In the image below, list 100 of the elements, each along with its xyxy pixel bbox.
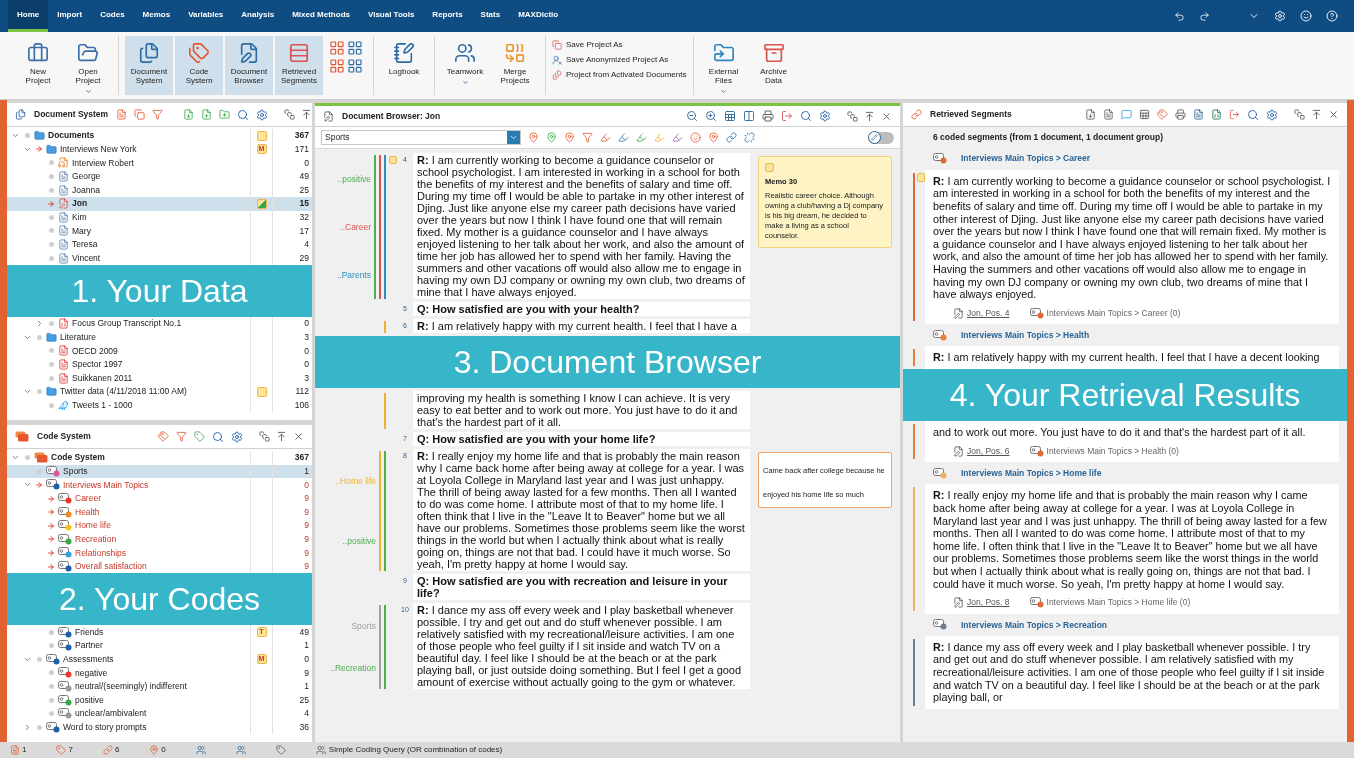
segment-code[interactable]: Interviews Main Topics > Recreation	[961, 618, 1108, 632]
tree-row[interactable]: Sports 1	[7, 464, 312, 479]
filter-icon[interactable]	[176, 431, 187, 442]
tree-row[interactable]: George 49	[7, 169, 312, 184]
ribbon-button[interactable]: Retrieved Segments	[275, 36, 323, 95]
tree-row[interactable]: Interview Robert 0	[7, 156, 312, 170]
segment-code[interactable]: Interviews Main Topics > Home life	[961, 467, 1102, 480]
maximize-icon[interactable]	[864, 110, 875, 122]
menu-tab[interactable]: Home	[8, 0, 49, 32]
import-icon[interactable]	[183, 109, 195, 120]
code-label[interactable]: ..Career	[340, 220, 371, 234]
segment-code[interactable]: Interviews Main Topics > Career	[961, 152, 1091, 166]
edit-mode-switch[interactable]	[868, 131, 894, 144]
highlighter-icon[interactable]	[618, 132, 629, 143]
highlighter-icon[interactable]	[600, 132, 611, 143]
unlink-icon[interactable]	[744, 132, 755, 143]
new-code-icon[interactable]	[194, 431, 205, 442]
smiley-icon[interactable]	[1300, 10, 1312, 22]
filter-icon[interactable]	[582, 132, 593, 143]
layout-icon[interactable]	[347, 40, 363, 56]
new-document-icon[interactable]	[201, 109, 213, 120]
code-pin-icon[interactable]	[564, 132, 575, 143]
menu-tab[interactable]: Mixed Methods	[283, 0, 359, 32]
memo-icon[interactable]	[389, 156, 397, 164]
search-icon[interactable]	[212, 430, 224, 443]
menu-tab[interactable]: Variables	[179, 0, 233, 32]
menu-tab[interactable]: Memos	[133, 0, 180, 32]
tree-row[interactable]: Code System 367	[7, 451, 312, 465]
code-pin-icon[interactable]	[708, 132, 719, 143]
comment-icon[interactable]	[1121, 109, 1132, 120]
menu-tab[interactable]: MAXDictio	[509, 0, 568, 32]
page-icon[interactable]	[724, 110, 736, 122]
highlighter-icon[interactable]	[672, 132, 683, 143]
menu-tab[interactable]: Codes	[91, 0, 134, 32]
menu-tab[interactable]: Visual Tools	[358, 0, 424, 32]
activation-arrow-icon[interactable]	[47, 199, 55, 208]
segment-code[interactable]: Interviews Main Topics > Health	[961, 329, 1090, 342]
menu-tab[interactable]: Import	[48, 0, 92, 32]
source-link[interactable]: Jon, Pos. 6	[967, 444, 1010, 458]
layout-icon[interactable]	[347, 58, 363, 74]
menu-tab[interactable]: Reports	[423, 0, 472, 32]
tree-row[interactable]: Home life 9	[7, 518, 312, 533]
memo-icon[interactable]	[256, 198, 267, 209]
menu-tab[interactable]: Analysis	[232, 0, 284, 32]
tree-row[interactable]: Partner 1	[7, 638, 312, 653]
layout-icon[interactable]	[329, 58, 345, 74]
tree-row[interactable]: Suikkanen 2011 3	[7, 371, 312, 385]
restore-icon[interactable]	[284, 109, 296, 120]
search-icon[interactable]	[237, 108, 250, 121]
source-link[interactable]: Jon, Pos. 4	[967, 306, 1010, 320]
restore-icon[interactable]	[1294, 109, 1305, 120]
filter-icon[interactable]	[152, 109, 164, 120]
document-icon[interactable]	[1085, 109, 1096, 120]
code-pin-icon[interactable]	[546, 132, 557, 143]
ribbon-button[interactable]: Open Project	[64, 36, 112, 95]
highlighter-icon[interactable]	[654, 132, 665, 143]
maximize-icon[interactable]	[1311, 109, 1322, 120]
tree-row[interactable]: Career 9	[7, 491, 312, 506]
memo-icon[interactable]	[256, 130, 267, 141]
maximize-icon[interactable]	[276, 431, 287, 442]
tree-row[interactable]: neutral/(seemingly) indifferent 1	[7, 679, 312, 694]
ribbon-button[interactable]: Logbook	[380, 36, 428, 95]
tree-row[interactable]: Relationships 9	[7, 546, 312, 560]
tags-icon[interactable]	[1157, 109, 1168, 120]
source-link[interactable]: Jon, Pos. 8	[967, 596, 1010, 609]
ribbon-button[interactable]: Document System	[125, 36, 173, 95]
tree-row[interactable]: Kim 32	[7, 210, 312, 225]
ribbon-button[interactable]: Document Browser	[225, 36, 273, 95]
settings-icon[interactable]	[256, 108, 269, 121]
tree-row[interactable]: negative 9	[7, 666, 312, 680]
ribbon-button[interactable]: Code System	[175, 36, 223, 95]
activation-arrow-icon[interactable]	[47, 535, 55, 544]
expand-toggle[interactable]	[35, 319, 44, 329]
restore-icon[interactable]	[847, 110, 858, 122]
ribbon-menu-item[interactable]: Save Anonymized Project As	[552, 54, 687, 66]
tree-row[interactable]: Joanna 25	[7, 183, 312, 197]
memo-icon[interactable]	[256, 386, 267, 397]
link-icon[interactable]	[726, 132, 737, 143]
ribbon-menu-item[interactable]: Project from Activated Documents	[552, 69, 687, 81]
activation-arrow-icon[interactable]	[47, 562, 55, 571]
word-icon[interactable]	[1193, 109, 1204, 120]
tree-row[interactable]: Twitter data (4/11/2018 11:00 AM) 112	[7, 384, 312, 399]
search-icon[interactable]	[1247, 108, 1259, 121]
search-icon[interactable]	[800, 110, 812, 122]
zoom-out-icon[interactable]	[686, 110, 698, 122]
settings-icon[interactable]	[819, 110, 831, 122]
close-icon[interactable]	[881, 110, 892, 122]
tree-row[interactable]: Teresa 4	[7, 237, 312, 252]
ribbon-button[interactable]: New Project	[14, 36, 62, 95]
tree-row[interactable]: Documents 367	[7, 129, 312, 143]
menu-tab[interactable]: Stats	[471, 0, 510, 32]
activation-arrow-icon[interactable]	[47, 521, 55, 530]
new-folder-icon[interactable]	[219, 109, 231, 120]
tree-row[interactable]: Vincent 29	[7, 251, 312, 265]
print-icon[interactable]	[762, 110, 774, 122]
close-icon[interactable]	[1328, 109, 1339, 120]
restore-icon[interactable]	[259, 431, 270, 442]
highlighter-icon[interactable]	[636, 132, 647, 143]
document-icon[interactable]	[1103, 109, 1114, 120]
redo-icon[interactable]	[1199, 10, 1210, 22]
